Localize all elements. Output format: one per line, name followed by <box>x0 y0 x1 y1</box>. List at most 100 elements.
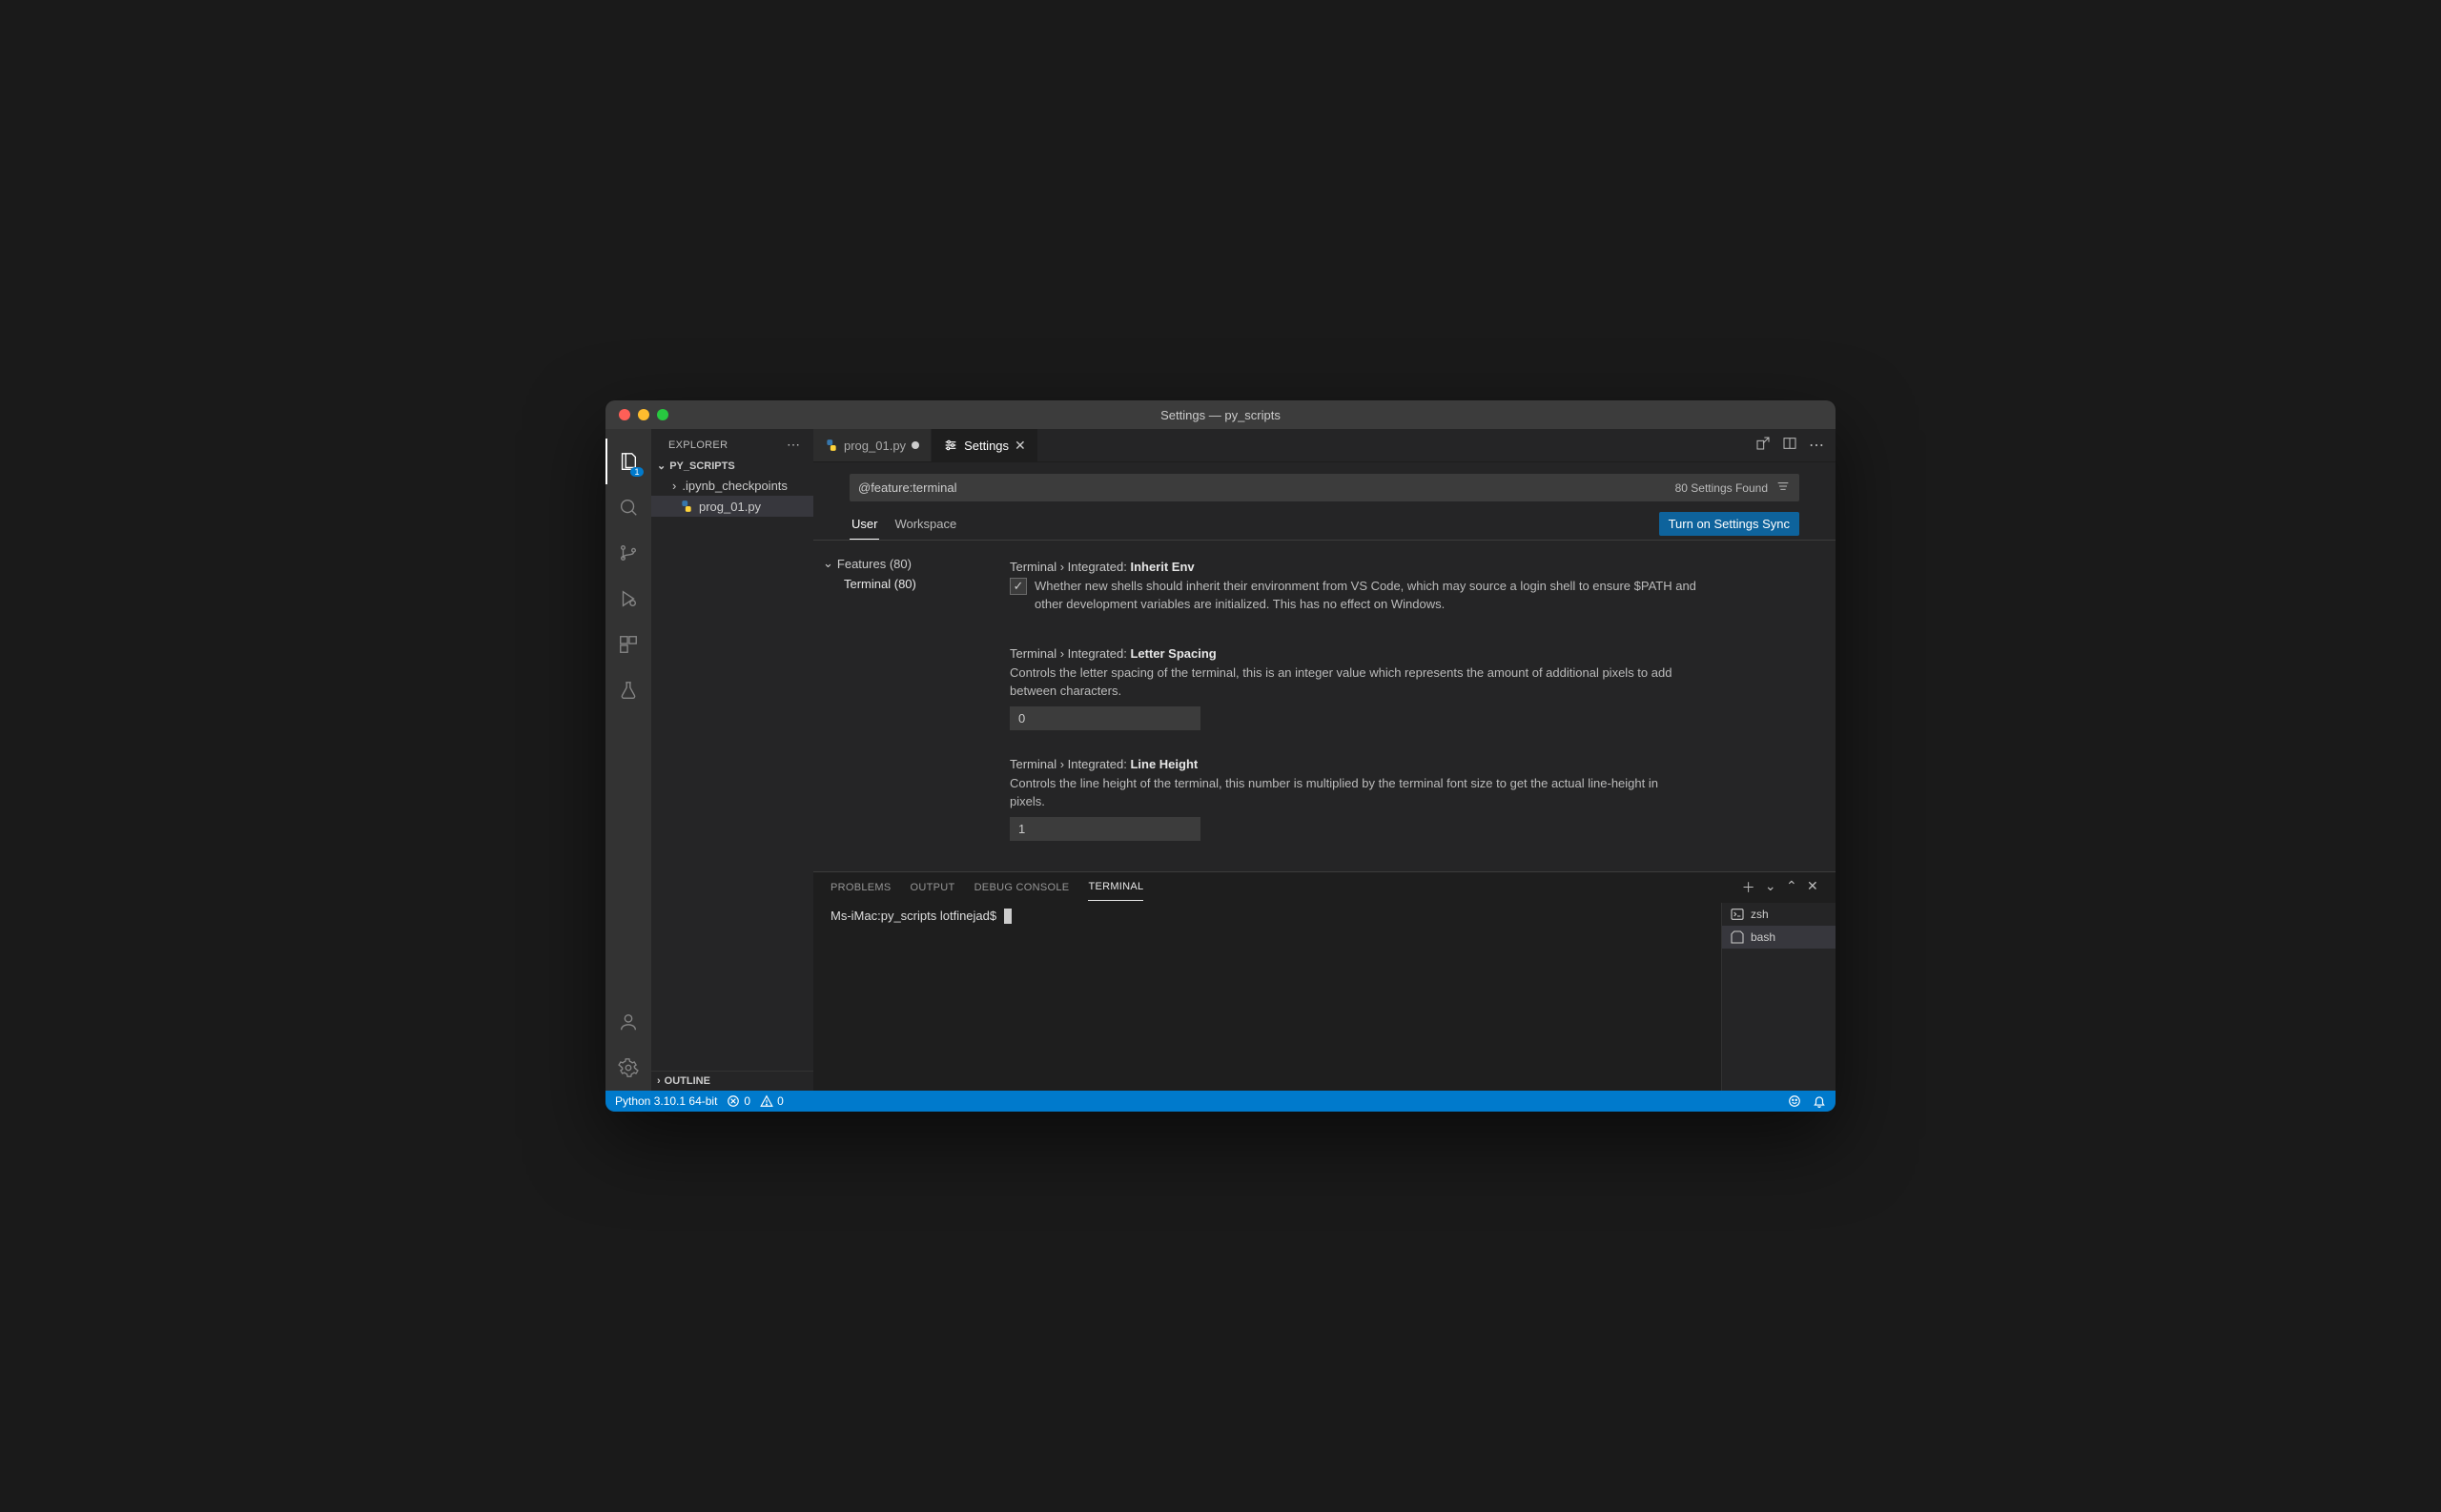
setting-letter-spacing: Terminal › Integrated: Letter Spacing Co… <box>1010 639 1807 749</box>
setting-number-input[interactable] <box>1010 706 1200 730</box>
chevron-right-icon: › <box>672 479 676 493</box>
shell-name: bash <box>1751 930 1775 944</box>
toc-features[interactable]: ⌄ Features (80) <box>823 554 995 573</box>
chevron-down-icon: ⌄ <box>823 556 833 571</box>
panel-tab-debug[interactable]: DEBUG CONSOLE <box>974 874 1070 901</box>
close-window-button[interactable] <box>619 409 630 420</box>
sidebar-title: EXPLORER <box>668 439 728 451</box>
tab-settings[interactable]: Settings ✕ <box>932 429 1038 461</box>
status-bell-icon[interactable] <box>1813 1094 1826 1108</box>
new-terminal-icon[interactable]: ＋ <box>1742 878 1755 897</box>
open-settings-json-icon[interactable] <box>1755 436 1771 456</box>
panel-tab-terminal[interactable]: TERMINAL <box>1088 873 1143 901</box>
editor-tabs: prog_01.py Settings ✕ ⋯ <box>813 429 1836 462</box>
minimize-window-button[interactable] <box>638 409 649 420</box>
search-activity[interactable] <box>605 484 651 530</box>
editor-actions: ⋯ <box>1755 429 1836 461</box>
testing-activity[interactable] <box>605 667 651 713</box>
terminal-dropdown-icon[interactable]: ⌄ <box>1765 878 1776 897</box>
setting-name: Line Height <box>1130 757 1198 771</box>
traffic-lights <box>605 409 668 420</box>
error-icon <box>727 1094 740 1108</box>
python-file-icon <box>680 500 693 513</box>
accounts-activity[interactable] <box>605 999 651 1045</box>
setting-name: Inherit Env <box>1130 560 1194 574</box>
explorer-activity[interactable]: 1 <box>605 439 651 484</box>
editor-more-icon[interactable]: ⋯ <box>1809 436 1824 455</box>
status-warnings[interactable]: 0 <box>760 1094 784 1108</box>
chevron-right-icon: › <box>657 1075 661 1087</box>
activity-bar: 1 <box>605 429 651 1090</box>
split-editor-icon[interactable] <box>1782 436 1797 456</box>
extensions-activity[interactable] <box>605 622 651 667</box>
panel-tab-problems[interactable]: PROBLEMS <box>831 874 892 901</box>
source-control-activity[interactable] <box>605 530 651 576</box>
settings-activity[interactable] <box>605 1045 651 1091</box>
terminal-shell-zsh[interactable]: zsh <box>1722 903 1836 926</box>
setting-number-input[interactable] <box>1010 817 1200 841</box>
sidebar-header: EXPLORER ⋯ <box>651 429 813 457</box>
editor-area: prog_01.py Settings ✕ ⋯ <box>813 429 1836 1090</box>
terminal-shell-list: zsh bash <box>1721 903 1836 1091</box>
file-tree: › .ipynb_checkpoints prog_01.py <box>651 475 813 517</box>
maximize-panel-icon[interactable]: ⌃ <box>1786 878 1797 897</box>
settings-list: Terminal › Integrated: Inherit Env ✓ Whe… <box>1004 541 1836 870</box>
panel-tabs: PROBLEMS OUTPUT DEBUG CONSOLE TERMINAL ＋… <box>813 872 1836 903</box>
tab-label: prog_01.py <box>844 439 906 453</box>
setting-checkbox[interactable]: ✓ <box>1010 578 1027 595</box>
app-window: Settings — py_scripts 1 <box>605 400 1836 1111</box>
settings-sliders-icon <box>943 438 958 453</box>
setting-inherit-env: Terminal › Integrated: Inherit Env ✓ Whe… <box>1010 552 1807 639</box>
settings-search-meta: 80 Settings Found <box>1675 479 1791 497</box>
outline-label: OUTLINE <box>665 1075 710 1087</box>
window-title: Settings — py_scripts <box>1160 408 1281 422</box>
settings-count: 80 Settings Found <box>1675 481 1768 495</box>
account-icon <box>618 1011 639 1032</box>
project-section-head[interactable]: ⌄ PY_SCRIPTS <box>651 457 813 475</box>
scope-workspace-tab[interactable]: Workspace <box>892 507 958 540</box>
scope-user-tab[interactable]: User <box>850 507 879 540</box>
explorer-badge: 1 <box>630 467 644 477</box>
settings-search: 80 Settings Found <box>850 474 1799 501</box>
status-errors[interactable]: 0 <box>727 1094 750 1108</box>
tab-prog01[interactable]: prog_01.py <box>813 429 932 461</box>
terminal-cursor-icon <box>1004 909 1012 924</box>
shell-name: zsh <box>1751 908 1769 921</box>
close-tab-icon[interactable]: ✕ <box>1015 438 1026 454</box>
sidebar-more-icon[interactable]: ⋯ <box>787 437 802 453</box>
tab-label: Settings <box>964 439 1009 453</box>
dirty-indicator-icon <box>912 441 919 449</box>
tree-item-label: prog_01.py <box>699 500 761 514</box>
setting-description: Controls the line height of the terminal… <box>1010 775 1696 811</box>
status-python[interactable]: Python 3.10.1 64-bit <box>615 1094 717 1108</box>
settings-editor: 80 Settings Found User Workspace Turn on… <box>813 462 1836 870</box>
tree-item-file[interactable]: prog_01.py <box>651 496 813 517</box>
run-debug-activity[interactable] <box>605 576 651 622</box>
terminal-shell-bash[interactable]: bash <box>1722 926 1836 949</box>
maximize-window-button[interactable] <box>657 409 668 420</box>
terminal-area[interactable]: Ms-iMac:py_scripts lotfinejad$ <box>813 903 1721 1091</box>
status-bar: Python 3.10.1 64-bit 0 0 <box>605 1091 1836 1112</box>
status-feedback-icon[interactable] <box>1788 1094 1801 1108</box>
setting-crumb: Terminal › Integrated: <box>1010 560 1130 574</box>
clear-filters-icon[interactable] <box>1775 479 1791 497</box>
close-panel-icon[interactable]: ✕ <box>1807 878 1818 897</box>
setting-crumb: Terminal › Integrated: <box>1010 757 1130 771</box>
terminal-icon <box>1730 907 1745 922</box>
outline-section-head[interactable]: › OUTLINE <box>651 1071 813 1091</box>
tree-item-label: .ipynb_checkpoints <box>682 479 788 493</box>
explorer-sidebar: EXPLORER ⋯ ⌄ PY_SCRIPTS › .ipynb_checkpo… <box>651 429 813 1090</box>
settings-toc: ⌄ Features (80) Terminal (80) <box>813 541 1004 870</box>
setting-crumb: Terminal › Integrated: <box>1010 646 1130 661</box>
search-icon <box>618 497 639 518</box>
terminal-icon <box>1730 930 1745 945</box>
titlebar: Settings — py_scripts <box>605 400 1836 429</box>
settings-scope-row: User Workspace Turn on Settings Sync <box>813 507 1836 541</box>
python-file-icon <box>825 439 838 452</box>
panel-tab-output[interactable]: OUTPUT <box>911 874 955 901</box>
warning-icon <box>760 1094 773 1108</box>
settings-search-input[interactable] <box>858 480 1675 495</box>
tree-item-folder[interactable]: › .ipynb_checkpoints <box>651 475 813 496</box>
settings-sync-button[interactable]: Turn on Settings Sync <box>1659 512 1799 536</box>
toc-terminal[interactable]: Terminal (80) <box>823 573 995 591</box>
